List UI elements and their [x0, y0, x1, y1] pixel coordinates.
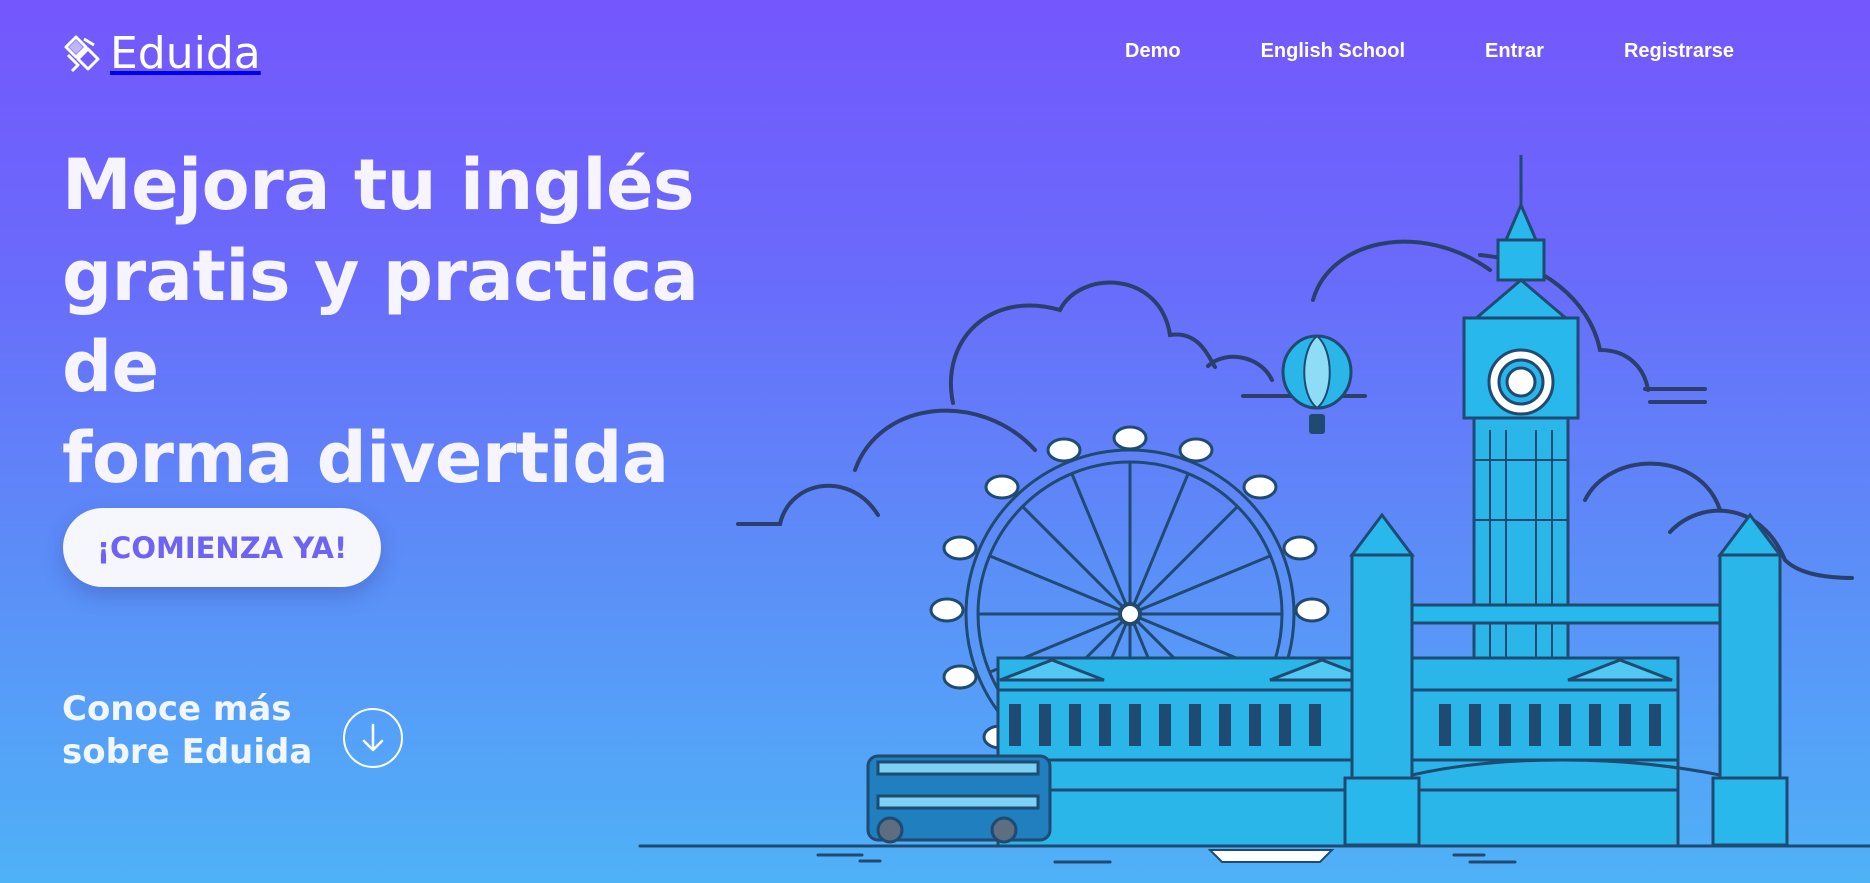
learn-more-link[interactable]: Conoce más sobre Eduida [62, 688, 322, 774]
boat-icon [1207, 849, 1335, 863]
eduida-logo-icon [64, 35, 100, 72]
learn-more-line-1: Conoce más [62, 689, 292, 729]
big-ben-icon [1462, 155, 1580, 680]
london-skyline-illustration [638, 155, 1870, 864]
nav-login[interactable]: Entrar [1485, 40, 1544, 63]
brand-logo[interactable]: Eduida [62, 28, 261, 79]
start-now-button[interactable]: ¡COMIENZA YA! [63, 508, 381, 587]
learn-more-line-2: sobre Eduida [62, 732, 313, 772]
nav-demo[interactable]: Demo [1125, 40, 1181, 63]
palace-building [996, 656, 1680, 848]
scroll-down-button[interactable] [343, 708, 403, 768]
arrow-down-icon [362, 723, 384, 752]
main-nav: Demo English School Entrar Registrarse [1125, 40, 1734, 63]
balloon-icon [1281, 334, 1353, 434]
hero-title-line-1: Mejora tu inglés [62, 144, 695, 226]
nav-register[interactable]: Registrarse [1624, 40, 1734, 63]
hero-title-line-3: forma divertida [62, 417, 669, 499]
hero-title-line-2: gratis y practica de [62, 235, 699, 408]
double-decker-bus-icon [866, 754, 1052, 844]
brand-name: Eduida [110, 28, 261, 79]
site-header: Eduida Demo English School Entrar Regist… [0, 0, 1870, 110]
nav-english-school[interactable]: English School [1261, 40, 1405, 63]
